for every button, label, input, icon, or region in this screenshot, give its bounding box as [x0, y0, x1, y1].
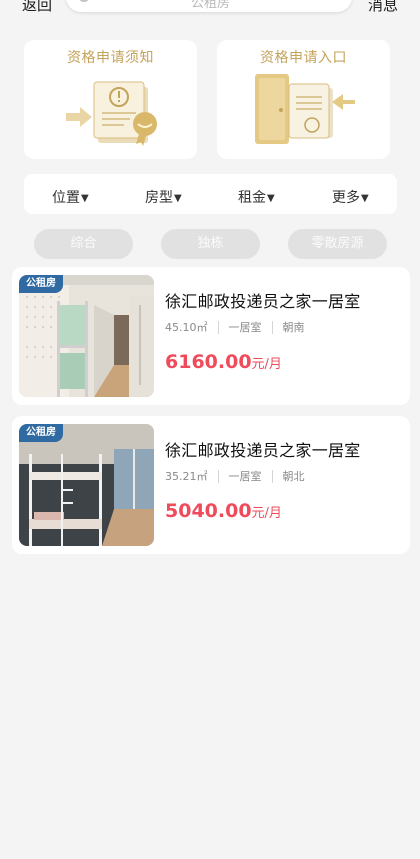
listing-photo: 公租房 [19, 275, 154, 397]
listing-price-unit: 元/月 [251, 357, 282, 372]
listing-area: 45.10㎡ [165, 321, 208, 334]
chip-comprehensive[interactable]: 综合 [34, 229, 133, 259]
listing-price-value: 5040.00 [165, 500, 252, 522]
listing-title: 徐汇邮政投递员之家一居室 [165, 292, 361, 311]
listing-price-unit: 元/月 [251, 506, 282, 521]
caret-down-icon: ▼ [361, 193, 369, 204]
filter-more[interactable]: 更多▼ [332, 187, 369, 207]
public-rental-tag: 公租房 [19, 424, 63, 442]
search-placeholder: 公租房 [191, 0, 231, 11]
listing-price: 5040.00元/月 [165, 500, 282, 522]
listing-price-value: 6160.00 [165, 351, 252, 373]
filter-more-label: 更多 [332, 190, 360, 206]
listing-price: 6160.00元/月 [165, 351, 282, 373]
listing-orientation: 朝南 [282, 321, 305, 334]
filter-rent[interactable]: 租金▼ [238, 187, 275, 207]
listing-meta: 45.10㎡ 一居室 朝南 [165, 319, 305, 335]
listing-meta: 35.21㎡ 一居室 朝北 [165, 468, 305, 484]
caret-down-icon: ▼ [174, 193, 182, 204]
divider [217, 320, 219, 334]
document-notice-icon [66, 81, 157, 146]
filter-location[interactable]: 位置▼ [52, 187, 89, 207]
divider [271, 320, 273, 334]
listing-photo: 公租房 [19, 424, 154, 546]
message-button[interactable]: 消息 [368, 0, 398, 15]
filter-room-type[interactable]: 房型▼ [145, 187, 182, 207]
listing-layout: 一居室 [228, 321, 262, 334]
door-application-icon [255, 74, 355, 144]
search-icon [78, 0, 90, 2]
listing-area: 35.21㎡ [165, 470, 208, 483]
divider [271, 469, 273, 483]
listing-orientation: 朝北 [282, 470, 305, 483]
listing-layout: 一居室 [228, 470, 262, 483]
public-rental-tag: 公租房 [19, 275, 63, 293]
filter-location-label: 位置 [52, 190, 80, 206]
divider [217, 469, 219, 483]
chip-scattered-listings[interactable]: 零散房源 [288, 229, 387, 259]
filter-rent-label: 租金 [238, 190, 266, 206]
chip-detached[interactable]: 独栋 [161, 229, 260, 259]
caret-down-icon: ▼ [267, 193, 275, 204]
back-button[interactable]: 返回 [22, 0, 52, 15]
caret-down-icon: ▼ [81, 193, 89, 204]
filter-room-type-label: 房型 [145, 190, 173, 206]
top-bar: 返回 公租房 消息 [0, 0, 420, 22]
filter-bar: 位置▼ 房型▼ 租金▼ 更多▼ [24, 174, 397, 214]
qualification-entry-card[interactable]: 资格申请入口 [217, 40, 390, 159]
listing-title: 徐汇邮政投递员之家一居室 [165, 441, 361, 460]
listing-card[interactable]: 公租房 徐汇邮政投递员之家一居室 35.21㎡ 一居室 朝北 5040.00元/… [12, 416, 410, 554]
qualification-notice-card[interactable]: 资格申请须知 [24, 40, 197, 159]
listing-card[interactable]: 公租房 徐汇邮政投递员之家一居室 45.10㎡ 一居室 朝南 6160.00元/… [12, 267, 410, 405]
search-bar[interactable]: 公租房 [66, 0, 352, 12]
